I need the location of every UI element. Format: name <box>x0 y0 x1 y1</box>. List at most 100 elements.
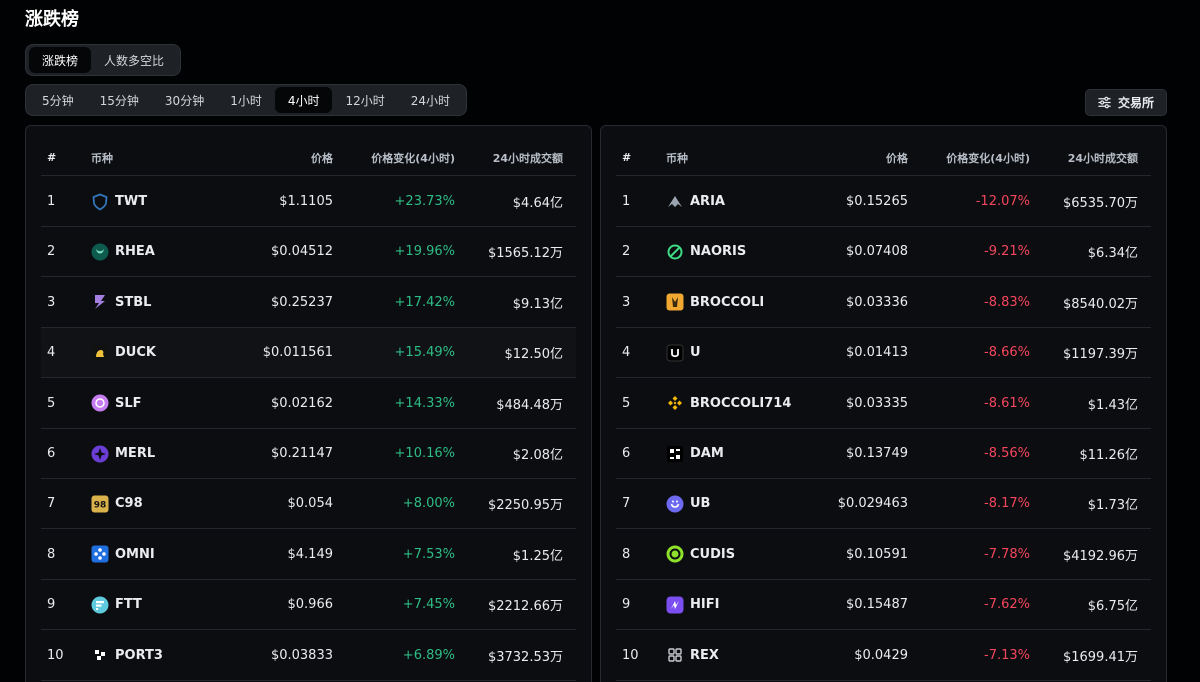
table-row[interactable]: 10 REX $0.0429 -7.13% $1699.41万 <box>616 631 1151 681</box>
table-row[interactable]: 4 DUCK $0.011561 +15.49% $12.50亿 <box>41 328 576 379</box>
coin-cell[interactable]: 98 C98 <box>91 495 241 513</box>
coin-symbol: PORT3 <box>115 647 163 663</box>
table-row[interactable]: 7 UB $0.029463 -8.17% $1.73亿 <box>616 479 1151 530</box>
table-row[interactable]: 6 DAM $0.13749 -8.56% $11.26亿 <box>616 429 1151 479</box>
tab-15m[interactable]: 15分钟 <box>87 87 152 113</box>
rank-cell: 6 <box>622 446 631 461</box>
rank-cell: 9 <box>622 597 631 613</box>
coin-cell[interactable]: CUDIS <box>666 545 816 563</box>
price-cell: $0.13749 <box>845 446 908 461</box>
ftt-icon <box>91 596 109 614</box>
table-row[interactable]: 5 SLF $0.02162 +14.33% $484.48万 <box>41 379 576 429</box>
coin-cell[interactable]: U <box>666 344 816 362</box>
merl-icon <box>91 445 109 463</box>
volume-cell: $6535.70万 <box>1062 196 1138 211</box>
table-row[interactable]: 1 ARIA $0.15265 -12.07% $6535.70万 <box>616 177 1151 227</box>
table-row[interactable]: 9 FTT $0.966 +7.45% $2212.66万 <box>41 580 576 631</box>
change-cell: +8.00% <box>402 496 455 512</box>
coin-symbol: REX <box>690 647 719 663</box>
tab-12h[interactable]: 12小时 <box>332 87 397 113</box>
duck-icon <box>91 344 109 362</box>
rank-cell: 7 <box>47 496 56 512</box>
coin-symbol: UB <box>690 496 711 512</box>
omni-icon <box>91 545 109 563</box>
tab-long-short-ratio[interactable]: 人数多空比 <box>91 47 177 73</box>
table-row[interactable]: 7 98 C98 $0.054 +8.00% $2250.95万 <box>41 479 576 530</box>
coin-cell[interactable]: PORT3 <box>91 646 241 664</box>
tab-1h[interactable]: 1小时 <box>217 87 275 113</box>
gainers-table: # 币种 价格 价格变化(4小时) 24小时成交额 1 TWT $1.1105 +23… <box>25 125 592 682</box>
table-row[interactable]: 8 OMNI $4.149 +7.53% $1.25亿 <box>41 530 576 580</box>
price-cell: $0.07408 <box>845 244 908 260</box>
rank-cell: 6 <box>47 446 56 461</box>
rank-cell: 3 <box>622 294 631 310</box>
table-row[interactable]: 4 U $0.01413 -8.66% $1197.39万 <box>616 328 1151 379</box>
change-cell: -8.66% <box>984 345 1030 361</box>
coin-cell[interactable]: TWT <box>91 193 241 211</box>
volume-cell: $6.75亿 <box>1087 599 1138 615</box>
dam-icon <box>666 445 684 463</box>
coin-cell[interactable]: SLF <box>91 394 241 412</box>
rank-cell: 4 <box>47 345 56 361</box>
naoris-icon <box>666 243 684 261</box>
price-cell: $0.03335 <box>845 395 908 411</box>
col-volume[interactable]: 24小时成交额 <box>455 150 571 166</box>
volume-cell: $4192.96万 <box>1062 548 1138 564</box>
coin-cell[interactable]: HIFI <box>666 596 816 614</box>
exchange-button-label: 交易所 <box>1117 96 1154 110</box>
coin-cell[interactable]: OMNI <box>91 545 241 563</box>
col-change[interactable]: 价格变化(4小时) <box>333 150 455 166</box>
coin-cell[interactable]: BROCCOLI714 <box>666 394 816 412</box>
table-row[interactable]: 2 NAORIS $0.07408 -9.21% $6.34亿 <box>616 227 1151 278</box>
col-price[interactable]: 价格 <box>816 150 908 166</box>
coin-symbol: FTT <box>115 597 142 613</box>
table-row[interactable]: 2 RHEA $0.04512 +19.96% $1565.12万 <box>41 227 576 278</box>
page-title: 涨跌榜 <box>25 9 79 30</box>
col-coin: 币种 <box>666 151 688 165</box>
price-cell: $0.10591 <box>845 546 908 562</box>
volume-cell: $1699.41万 <box>1062 649 1138 665</box>
tab-gainers-losers[interactable]: 涨跌榜 <box>29 47 92 73</box>
coin-cell[interactable]: FTT <box>91 596 241 614</box>
rank-cell: 5 <box>47 395 56 411</box>
col-price[interactable]: 价格 <box>241 150 333 166</box>
table-row[interactable]: 3 STBL $0.25237 +17.42% $9.13亿 <box>41 278 576 328</box>
table-row[interactable]: 10 PORT3 $0.03833 +6.89% $3732.53万 <box>41 631 576 681</box>
volume-cell: $12.50亿 <box>504 347 564 363</box>
volume-cell: $1.73亿 <box>1087 498 1138 514</box>
ub-icon <box>666 495 684 513</box>
coin-cell[interactable]: DAM <box>666 445 816 463</box>
rank-cell: 5 <box>622 395 631 411</box>
table-row[interactable]: 8 CUDIS $0.10591 -7.78% $4192.96万 <box>616 530 1151 580</box>
table-row[interactable]: 6 MERL $0.21147 +10.16% $2.08亿 <box>41 429 576 479</box>
coin-cell[interactable]: REX <box>666 646 816 664</box>
table-row[interactable]: 1 TWT $1.1105 +23.73% $4.64亿 <box>41 177 576 227</box>
change-cell: +14.33% <box>394 395 455 411</box>
coin-cell[interactable]: MERL <box>91 445 241 463</box>
exchange-filter-button[interactable]: 交易所 <box>1085 89 1167 116</box>
coin-cell[interactable]: NAORIS <box>666 243 816 261</box>
change-cell: -7.62% <box>984 597 1030 613</box>
coin-cell[interactable]: RHEA <box>91 243 241 261</box>
rank-cell: 10 <box>622 647 639 663</box>
coin-cell[interactable]: UB <box>666 495 816 513</box>
tab-24h[interactable]: 24小时 <box>398 87 463 113</box>
coin-cell[interactable]: BROCCOLI <box>666 293 816 311</box>
c98-icon: 98 <box>91 495 109 513</box>
change-cell: -9.21% <box>984 244 1030 260</box>
coin-cell[interactable]: DUCK <box>91 344 241 362</box>
change-cell: +17.42% <box>394 294 455 310</box>
table-row[interactable]: 3 BROCCOLI $0.03336 -8.83% $8540.02万 <box>616 278 1151 328</box>
table-row[interactable]: 9 HIFI $0.15487 -7.62% $6.75亿 <box>616 580 1151 631</box>
coin-cell[interactable]: ARIA <box>666 193 816 211</box>
table-row[interactable]: 5 BROCCOLI714 $0.03335 -8.61% $1.43亿 <box>616 379 1151 429</box>
coin-symbol: CUDIS <box>690 546 736 562</box>
col-change[interactable]: 价格变化(4小时) <box>908 150 1030 166</box>
coin-symbol: BROCCOLI714 <box>690 395 792 411</box>
tab-5m[interactable]: 5分钟 <box>29 87 87 113</box>
svg-text:98: 98 <box>94 500 107 510</box>
tab-4h[interactable]: 4小时 <box>274 87 333 113</box>
tab-30m[interactable]: 30分钟 <box>152 87 217 113</box>
coin-cell[interactable]: STBL <box>91 293 241 311</box>
col-volume[interactable]: 24小时成交额 <box>1030 150 1146 166</box>
